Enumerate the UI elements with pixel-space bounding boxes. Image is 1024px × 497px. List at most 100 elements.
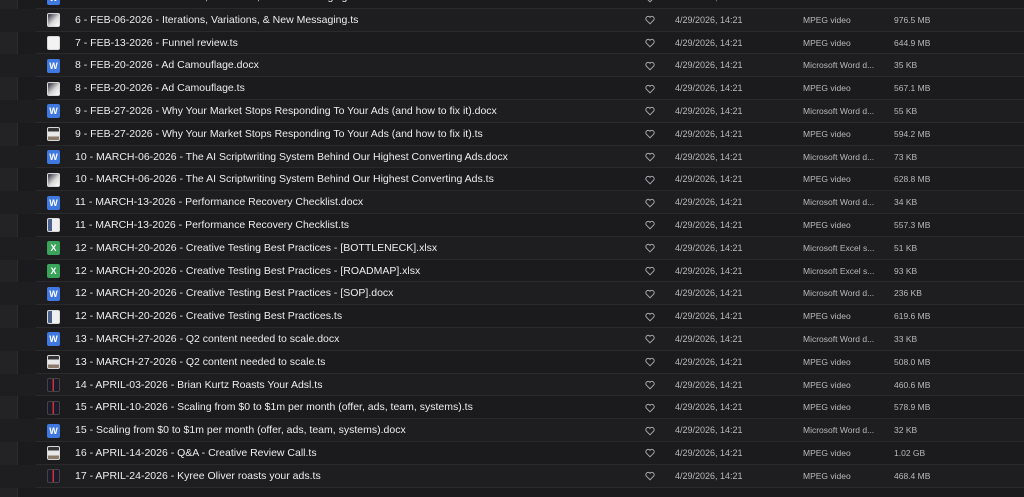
heart-icon[interactable] <box>645 380 655 390</box>
file-row[interactable]: 17 - APRIL-24-2026 - Kyree Oliver roasts… <box>0 464 1024 488</box>
file-name[interactable]: 9 - FEB-27-2026 - Why Your Market Stops … <box>75 123 483 146</box>
file-list[interactable]: 6 - FEB-06-2026 - Iterations, Variations… <box>0 0 1024 488</box>
file-name[interactable]: 12 - MARCH-20-2026 - Creative Testing Be… <box>75 260 420 283</box>
heart-icon[interactable] <box>645 129 655 139</box>
file-row[interactable]: 11 - MARCH-13-2026 - Performance Recover… <box>0 214 1024 237</box>
word-doc-icon <box>47 423 60 438</box>
file-name[interactable]: 10 - MARCH-06-2026 - The AI Scriptwritin… <box>75 168 494 191</box>
heart-icon[interactable] <box>645 334 655 344</box>
heart-icon[interactable] <box>645 15 655 25</box>
file-row[interactable]: 6 - FEB-06-2026 - Iterations, Variations… <box>0 0 1024 9</box>
file-row[interactable]: 15 - APRIL-10-2026 - Scaling from $0 to … <box>0 396 1024 420</box>
heart-icon[interactable] <box>645 471 655 481</box>
file-kind: Microsoft Word d... <box>803 333 875 344</box>
file-row[interactable]: 15 - Scaling from $0 to $1m per month (o… <box>0 419 1024 442</box>
heart-icon[interactable] <box>645 175 655 185</box>
file-kind: MPEG video <box>803 379 851 390</box>
file-name[interactable]: 9 - FEB-27-2026 - Why Your Market Stops … <box>75 100 497 123</box>
heart-icon[interactable] <box>645 0 655 3</box>
file-name[interactable]: 11 - MARCH-13-2026 - Performance Recover… <box>75 191 363 214</box>
file-name[interactable]: 13 - MARCH-27-2026 - Q2 content needed t… <box>75 328 339 351</box>
date-modified: 4/29/2026, 14:21 <box>675 60 743 71</box>
date-modified: 4/29/2026, 14:21 <box>675 425 743 436</box>
heart-icon[interactable] <box>645 403 655 413</box>
file-name[interactable]: 15 - APRIL-10-2026 - Scaling from $0 to … <box>75 396 473 419</box>
file-kind: MPEG video <box>803 311 851 322</box>
excel-sheet-icon <box>47 241 60 256</box>
word-doc-icon <box>47 195 60 210</box>
heart-icon[interactable] <box>645 38 655 48</box>
file-kind: Microsoft Excel s... <box>803 242 875 253</box>
video-thumbnail-icon <box>47 400 60 415</box>
file-name[interactable]: 11 - MARCH-13-2026 - Performance Recover… <box>75 214 349 237</box>
date-modified: 4/29/2026, 14:21 <box>675 242 743 253</box>
file-row[interactable]: 6 - FEB-06-2026 - Iterations, Variations… <box>0 8 1024 32</box>
file-size: 460.6 MB <box>894 379 931 390</box>
file-name[interactable]: 12 - MARCH-20-2026 - Creative Testing Be… <box>75 305 342 328</box>
date-modified: 4/29/2026, 14:21 <box>675 470 743 481</box>
file-row[interactable]: 7 - FEB-13-2026 - Funnel review.ts 4/29/2… <box>0 32 1024 55</box>
file-name[interactable]: 13 - MARCH-27-2026 - Q2 content needed t… <box>75 351 325 374</box>
heart-icon[interactable] <box>645 106 655 116</box>
heart-icon[interactable] <box>645 220 655 230</box>
file-row[interactable]: 14 - APRIL-03-2026 - Brian Kurtz Roasts … <box>0 373 1024 397</box>
file-row[interactable]: 13 - MARCH-27-2026 - Q2 content needed t… <box>0 327 1024 351</box>
file-size: 508.0 MB <box>894 356 931 367</box>
file-row[interactable]: 8 - FEB-20-2026 - Ad Camouflage.ts 4/29/2… <box>0 77 1024 100</box>
file-row[interactable]: 10 - MARCH-06-2026 - The AI Scriptwritin… <box>0 145 1024 169</box>
word-doc-icon <box>47 286 60 301</box>
video-thumbnail-icon <box>47 309 60 324</box>
file-kind: Microsoft Excel s... <box>803 265 875 276</box>
heart-icon[interactable] <box>645 198 655 208</box>
file-row[interactable]: 16 - APRIL-14-2026 - Q&A - Creative Revi… <box>0 442 1024 465</box>
file-row[interactable]: 12 - MARCH-20-2026 - Creative Testing Be… <box>0 260 1024 283</box>
word-doc-icon <box>47 332 60 347</box>
heart-icon[interactable] <box>645 61 655 71</box>
date-modified: 4/29/2026, 14:21 <box>675 288 743 299</box>
file-size: 578.9 MB <box>894 402 931 413</box>
heart-icon[interactable] <box>645 448 655 458</box>
heart-icon[interactable] <box>645 152 655 162</box>
file-row[interactable]: 12 - MARCH-20-2026 - Creative Testing Be… <box>0 236 1024 260</box>
file-row[interactable]: 8 - FEB-20-2026 - Ad Camouflage.docx 4/29… <box>0 54 1024 78</box>
file-row[interactable]: 9 - FEB-27-2026 - Why Your Market Stops … <box>0 99 1024 123</box>
file-row[interactable]: 12 - MARCH-20-2026 - Creative Testing Be… <box>0 282 1024 306</box>
file-size: 35 KB <box>894 60 918 71</box>
date-modified: 4/29/2026, 14:21 <box>675 402 743 413</box>
heart-icon[interactable] <box>645 266 655 276</box>
file-size: 644.9 MB <box>894 37 931 48</box>
file-name[interactable]: 10 - MARCH-06-2026 - The AI Scriptwritin… <box>75 146 508 169</box>
file-name[interactable]: 17 - APRIL-24-2026 - Kyree Oliver roasts… <box>75 465 321 488</box>
file-name[interactable]: 7 - FEB-13-2026 - Funnel review.ts <box>75 32 238 55</box>
file-size: 34 KB <box>894 197 918 208</box>
file-name[interactable]: 12 - MARCH-20-2026 - Creative Testing Be… <box>75 282 393 305</box>
file-row[interactable]: 10 - MARCH-06-2026 - The AI Scriptwritin… <box>0 168 1024 192</box>
file-row[interactable]: 13 - MARCH-27-2026 - Q2 content needed t… <box>0 351 1024 374</box>
file-name[interactable]: 8 - FEB-20-2026 - Ad Camouflage.docx <box>75 54 259 77</box>
date-modified: 4/29/2026, 14:21 <box>675 174 743 185</box>
heart-icon[interactable] <box>645 357 655 367</box>
date-modified: 4/29/2026, 14:21 <box>675 311 743 322</box>
file-name[interactable]: 12 - MARCH-20-2026 - Creative Testing Be… <box>75 237 437 260</box>
file-size: 55 KB <box>894 105 918 116</box>
heart-icon[interactable] <box>645 289 655 299</box>
file-name[interactable]: 6 - FEB-06-2026 - Iterations, Variations… <box>75 9 358 32</box>
excel-sheet-icon <box>47 264 60 279</box>
file-name[interactable]: 16 - APRIL-14-2026 - Q&A - Creative Revi… <box>75 442 317 465</box>
heart-icon[interactable] <box>645 426 655 436</box>
video-thumbnail-icon <box>47 13 60 28</box>
file-size: 567.1 MB <box>894 83 931 94</box>
file-size: 236 KB <box>894 288 922 299</box>
file-name[interactable]: 8 - FEB-20-2026 - Ad Camouflage.ts <box>75 77 245 100</box>
file-row[interactable]: 11 - MARCH-13-2026 - Performance Recover… <box>0 191 1024 214</box>
file-name[interactable]: 14 - APRIL-03-2026 - Brian Kurtz Roasts … <box>75 374 322 397</box>
video-thumbnail-icon <box>47 446 60 461</box>
file-row[interactable]: 9 - FEB-27-2026 - Why Your Market Stops … <box>0 123 1024 146</box>
heart-icon[interactable] <box>645 243 655 253</box>
video-thumbnail-icon <box>47 81 60 96</box>
file-name[interactable]: 15 - Scaling from $0 to $1m per month (o… <box>75 419 406 442</box>
heart-icon[interactable] <box>645 312 655 322</box>
file-kind: Microsoft Word d... <box>803 151 875 162</box>
heart-icon[interactable] <box>645 84 655 94</box>
file-row[interactable]: 12 - MARCH-20-2026 - Creative Testing Be… <box>0 305 1024 328</box>
